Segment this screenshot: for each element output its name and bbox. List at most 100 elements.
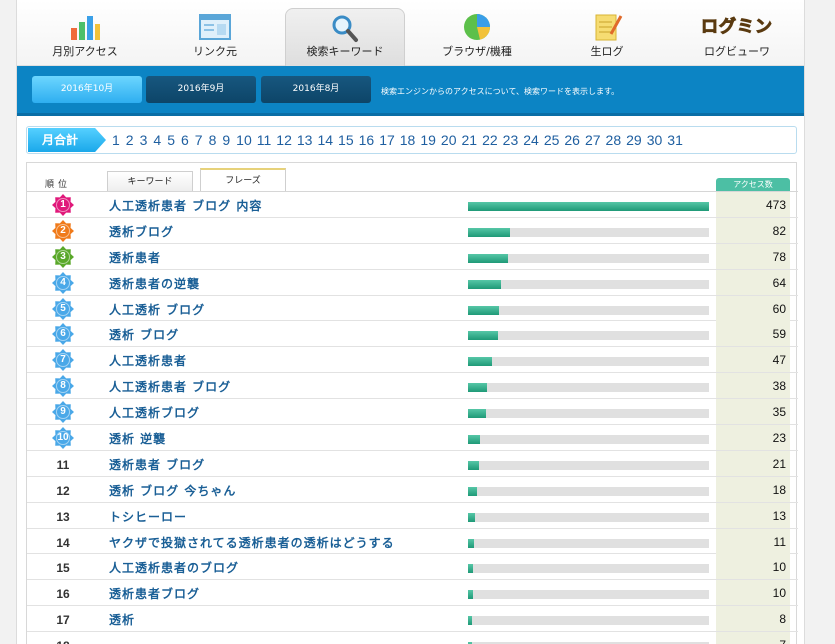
count-cell: 473 [716,192,790,217]
phrase-link[interactable]: 透析 ブログ [109,326,179,343]
access-bar [468,512,475,522]
notepad-icon [595,14,623,41]
month-tab-2016-10[interactable]: 2016年10月 [32,76,142,103]
access-count: 78 [772,249,786,264]
day-link[interactable]: 21 [462,132,478,148]
day-link[interactable]: 13 [297,132,313,148]
day-link[interactable]: 5 [167,132,175,148]
rank-cell: 10 [51,427,75,450]
day-link[interactable]: 18 [400,132,416,148]
access-bar [468,435,480,445]
top-nav: 月別アクセス リンク元 検索キーワード ブラウザ/機種 生ログ ログミン ログビ… [17,0,804,66]
day-link[interactable]: 4 [153,132,161,148]
rank-cell: 15 [51,557,75,577]
nav-label: リンク元 [193,45,237,58]
day-link[interactable]: 20 [441,132,457,148]
phrase-link[interactable]: 透析患者 [109,249,161,266]
nav-search-keyword[interactable]: 検索キーワード [285,8,405,66]
rank-number: 13 [56,509,70,524]
access-bar [468,564,474,574]
phrase-link[interactable]: 人工透析患者 [109,352,187,369]
day-link[interactable]: 30 [647,132,663,148]
day-link[interactable]: 2 [126,132,134,148]
access-count-header: アクセス数 [716,178,790,191]
day-link[interactable]: 29 [626,132,642,148]
access-bar-track [468,409,709,419]
phrase-link[interactable]: トシヒーロー [109,508,187,525]
day-link[interactable]: 14 [317,132,333,148]
phrase-link[interactable]: 透析ブログ [109,223,174,240]
nav-referrer[interactable]: リンク元 [155,8,275,66]
day-link[interactable]: 26 [564,132,580,148]
tab-keyword[interactable]: キーワード [107,171,193,191]
access-count: 8 [779,612,786,627]
rank-number: 18 [56,639,69,644]
day-link[interactable]: 6 [181,132,189,148]
day-link[interactable]: 24 [523,132,539,148]
day-link[interactable]: 16 [359,132,375,148]
rank-number: 1 [60,199,66,210]
rank-cell: 11 [51,454,75,474]
day-link[interactable]: 8 [209,132,217,148]
access-count: 38 [772,379,786,394]
table-row: 7 人工透析患者 47 [27,347,798,374]
day-link[interactable]: 7 [195,132,203,148]
month-total-button[interactable]: 月合計 [28,128,106,152]
nav-browser[interactable]: ブラウザ/機種 [417,8,537,66]
access-bar [468,460,479,470]
day-link[interactable]: 10 [236,132,252,148]
day-link[interactable]: 9 [222,132,230,148]
rank-cell: 7 [51,349,75,372]
nav-label: 生ログ [590,45,624,58]
nav-raw-log[interactable]: 生ログ [547,8,667,66]
phrase-link[interactable]: 透析 [109,611,135,628]
day-link[interactable]: 12 [276,132,292,148]
rank-number: 6 [60,328,66,340]
phrase-link[interactable]: 透析 逆襲 [109,430,166,447]
day-link[interactable]: 15 [338,132,354,148]
rank-number: 4 [60,276,66,288]
access-count: 10 [772,560,786,575]
day-link[interactable]: 31 [667,132,683,148]
day-link[interactable]: 22 [482,132,498,148]
access-bar [468,227,510,237]
day-link[interactable]: 3 [140,132,148,148]
rank-cell: 9 [51,401,75,424]
table-row: 5 人工透析 ブログ 60 [27,295,798,322]
count-cell: 11 [716,528,790,554]
day-link[interactable]: 28 [606,132,622,148]
day-link[interactable]: 25 [544,132,560,148]
nav-monthly-access[interactable]: 月別アクセス [25,8,145,66]
phrase-link[interactable]: 透析 ブログ 今ちゃん [109,482,236,499]
access-bar [468,279,501,289]
day-link[interactable]: 19 [420,132,436,148]
day-links: 1 2 3 4 5 6 7 8 9 10 11 12 13 14 15 16 17 18 19 20 21 22 23 24 2… [112,127,688,153]
table-row: 8 人工透析患者 ブログ 38 [27,373,798,400]
phrase-link[interactable]: 透析患者 ブログ [109,456,205,473]
nav-label: 月別アクセス [52,45,118,58]
access-count: 11 [773,534,786,549]
table-row: 15 人工透析患者のブログ 10 [27,554,798,581]
month-tab-2016-08[interactable]: 2016年8月 [261,76,371,103]
rank-cell: 13 [51,506,75,526]
phrase-link[interactable]: 人工透析患者 ブログ [109,378,231,395]
phrase-link[interactable]: 人工透析患者 ブログ 内容 [109,197,262,214]
tab-phrase[interactable]: フレーズ [200,168,286,191]
day-link[interactable]: 1 [112,132,120,148]
month-tab-2016-09[interactable]: 2016年9月 [146,76,256,103]
phrase-link[interactable]: ヤクザで投獄されてる透析患者の透析はどうする [109,534,395,551]
phrase-link[interactable]: 人工透析患者のブログ [109,559,239,576]
table-row: 16 透析患者ブログ 10 [27,580,798,607]
day-link[interactable]: 17 [379,132,395,148]
day-link[interactable]: 23 [503,132,519,148]
day-link[interactable]: 27 [585,132,601,148]
nav-log-viewer[interactable]: ログミン ログビューワ [677,8,797,66]
day-selector: 月合計 1 2 3 4 5 6 7 8 9 10 11 12 13 14 15 16 17 18 19 20 21 22 2… [26,126,797,154]
page: 月別アクセス リンク元 検索キーワード ブラウザ/機種 生ログ ログミン ログビ… [16,0,805,644]
phrase-link[interactable]: 透析患者の逆襲 [109,275,200,292]
day-link[interactable]: 11 [257,132,272,148]
table-row: 12 透析 ブログ 今ちゃん 18 [27,476,798,503]
phrase-link[interactable]: 透析患者ブログ [109,585,200,602]
phrase-link[interactable]: 人工透析 ブログ [109,301,205,318]
phrase-link[interactable]: 人工透析ブログ [109,404,200,421]
